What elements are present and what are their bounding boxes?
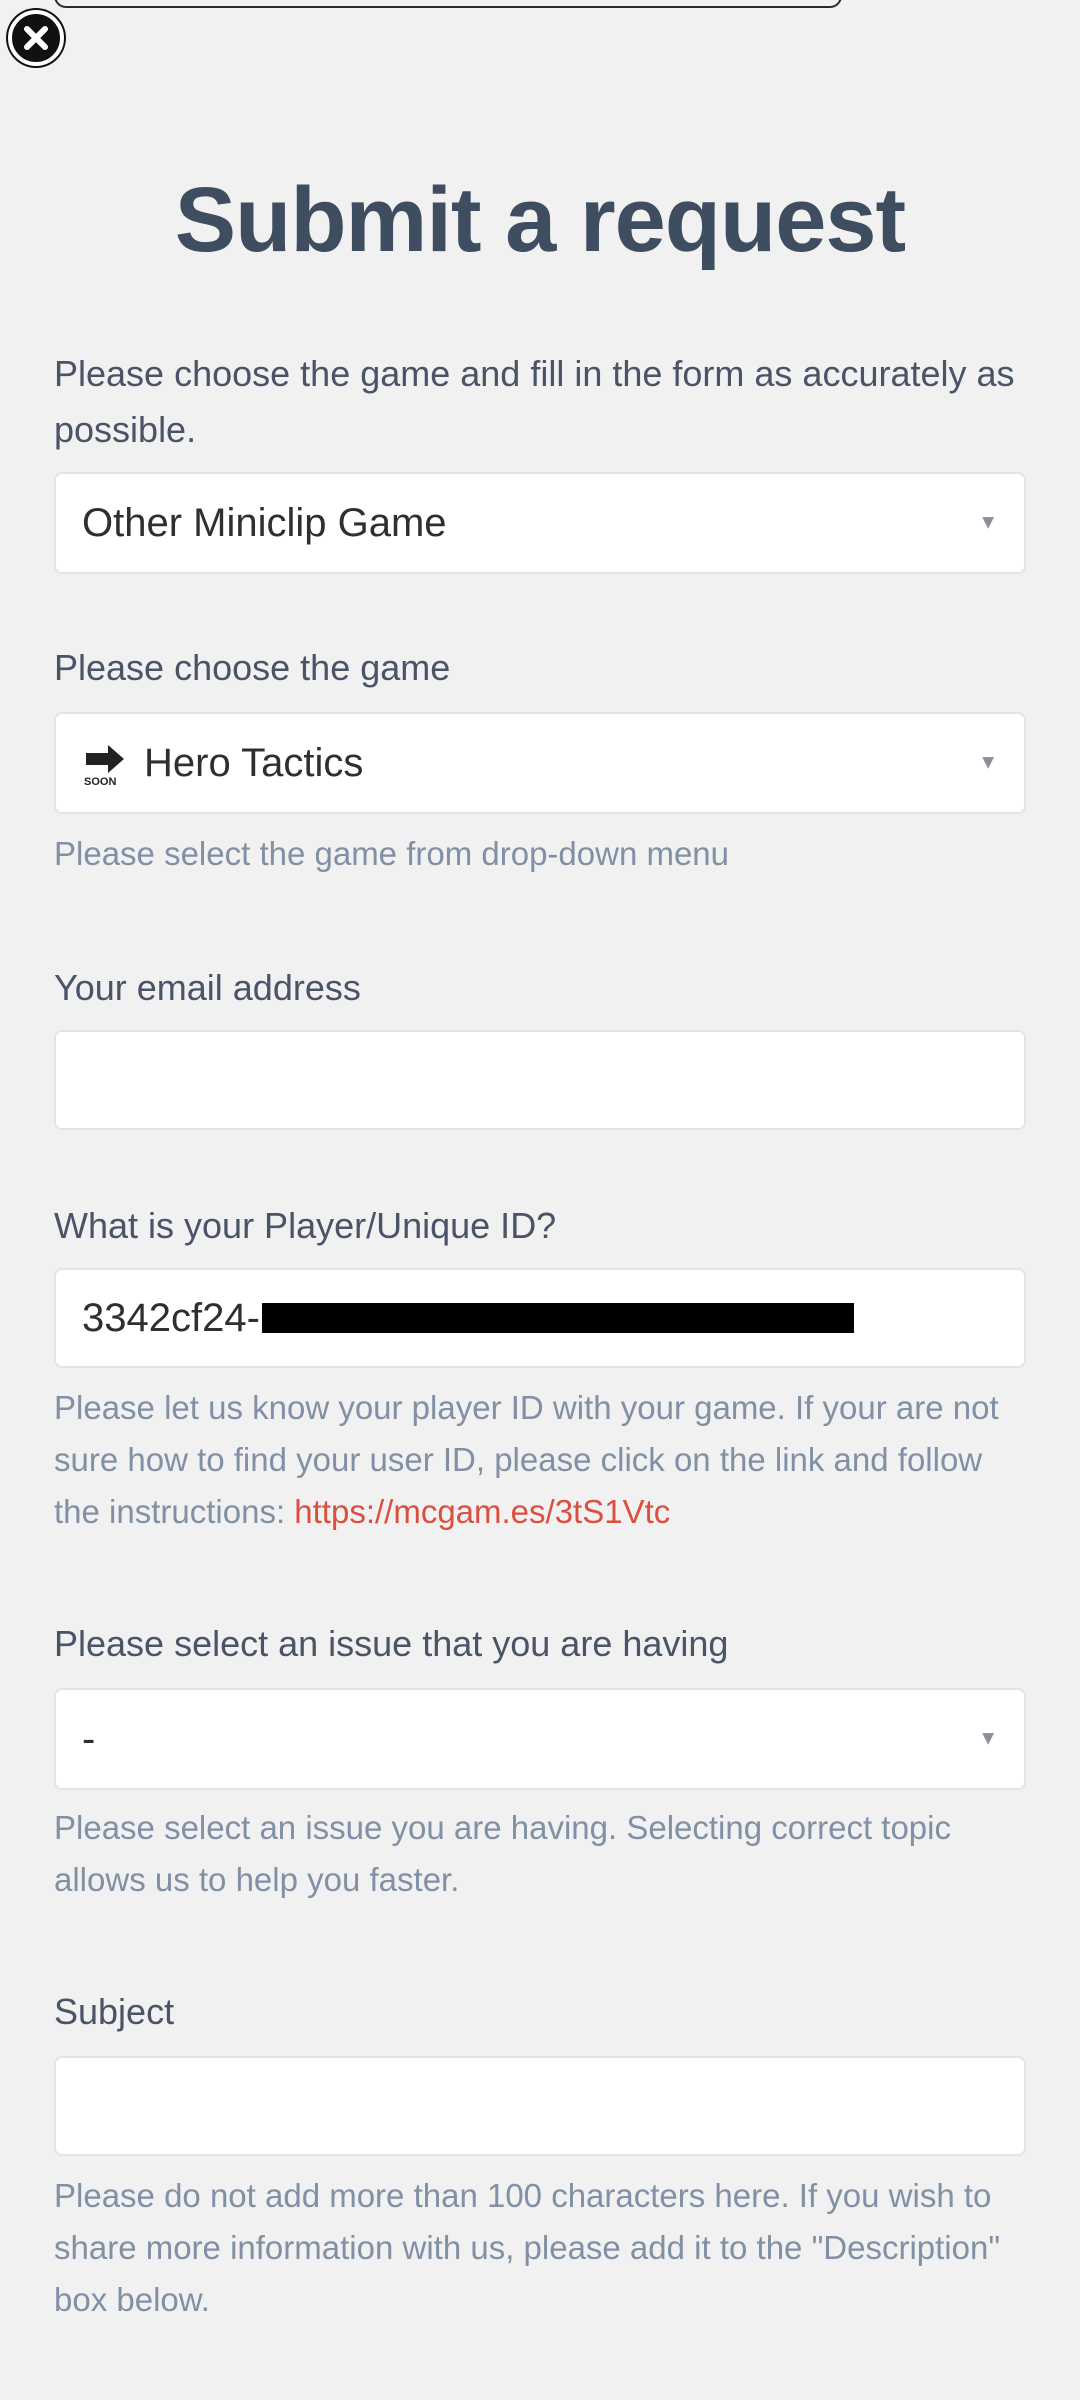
chevron-down-icon: ▼ — [978, 511, 998, 534]
redaction-bar — [261, 1303, 854, 1333]
arrow-soon-icon: SOON — [84, 745, 124, 787]
game-select[interactable]: SOON Hero Tactics ▼ — [54, 712, 1026, 814]
player-id-label: What is your Player/Unique ID? — [54, 1205, 557, 1246]
email-label: Your email address — [54, 967, 361, 1008]
close-icon — [24, 26, 48, 50]
subject-input[interactable] — [54, 2056, 1026, 2156]
subject-label: Subject — [54, 1991, 175, 2032]
issue-hint: Please select an issue you are having. S… — [54, 1809, 951, 1898]
game-label: Please choose the game — [54, 647, 451, 688]
issue-label: Please select an issue that you are havi… — [54, 1623, 729, 1664]
player-id-value: 3342cf24- — [82, 1295, 260, 1340]
issue-select-value: - — [82, 1716, 96, 1761]
svg-text:SOON: SOON — [84, 776, 116, 787]
close-button[interactable] — [8, 10, 64, 66]
subject-hint: Please do not add more than 100 characte… — [54, 2177, 1001, 2318]
category-select-value: Other Miniclip Game — [82, 500, 447, 545]
chevron-down-icon: ▼ — [978, 751, 998, 774]
form-intro: Please choose the game and fill in the f… — [54, 353, 1015, 450]
top-bar-edge — [54, 0, 842, 8]
category-select[interactable]: Other Miniclip Game ▼ — [54, 472, 1026, 574]
player-id-help-link[interactable]: https://mcgam.es/3tS1Vtc — [294, 1493, 670, 1530]
issue-select[interactable]: - ▼ — [54, 1688, 1026, 1790]
player-id-input[interactable]: 3342cf24- — [54, 1268, 1026, 1368]
game-select-value: Hero Tactics — [144, 740, 364, 785]
player-id-hint: Please let us know your player ID with y… — [54, 1382, 1026, 1538]
game-hint: Please select the game from drop-down me… — [54, 835, 730, 872]
email-input[interactable] — [54, 1030, 1026, 1130]
chevron-down-icon: ▼ — [978, 1727, 998, 1750]
page-title: Submit a request — [174, 169, 906, 271]
